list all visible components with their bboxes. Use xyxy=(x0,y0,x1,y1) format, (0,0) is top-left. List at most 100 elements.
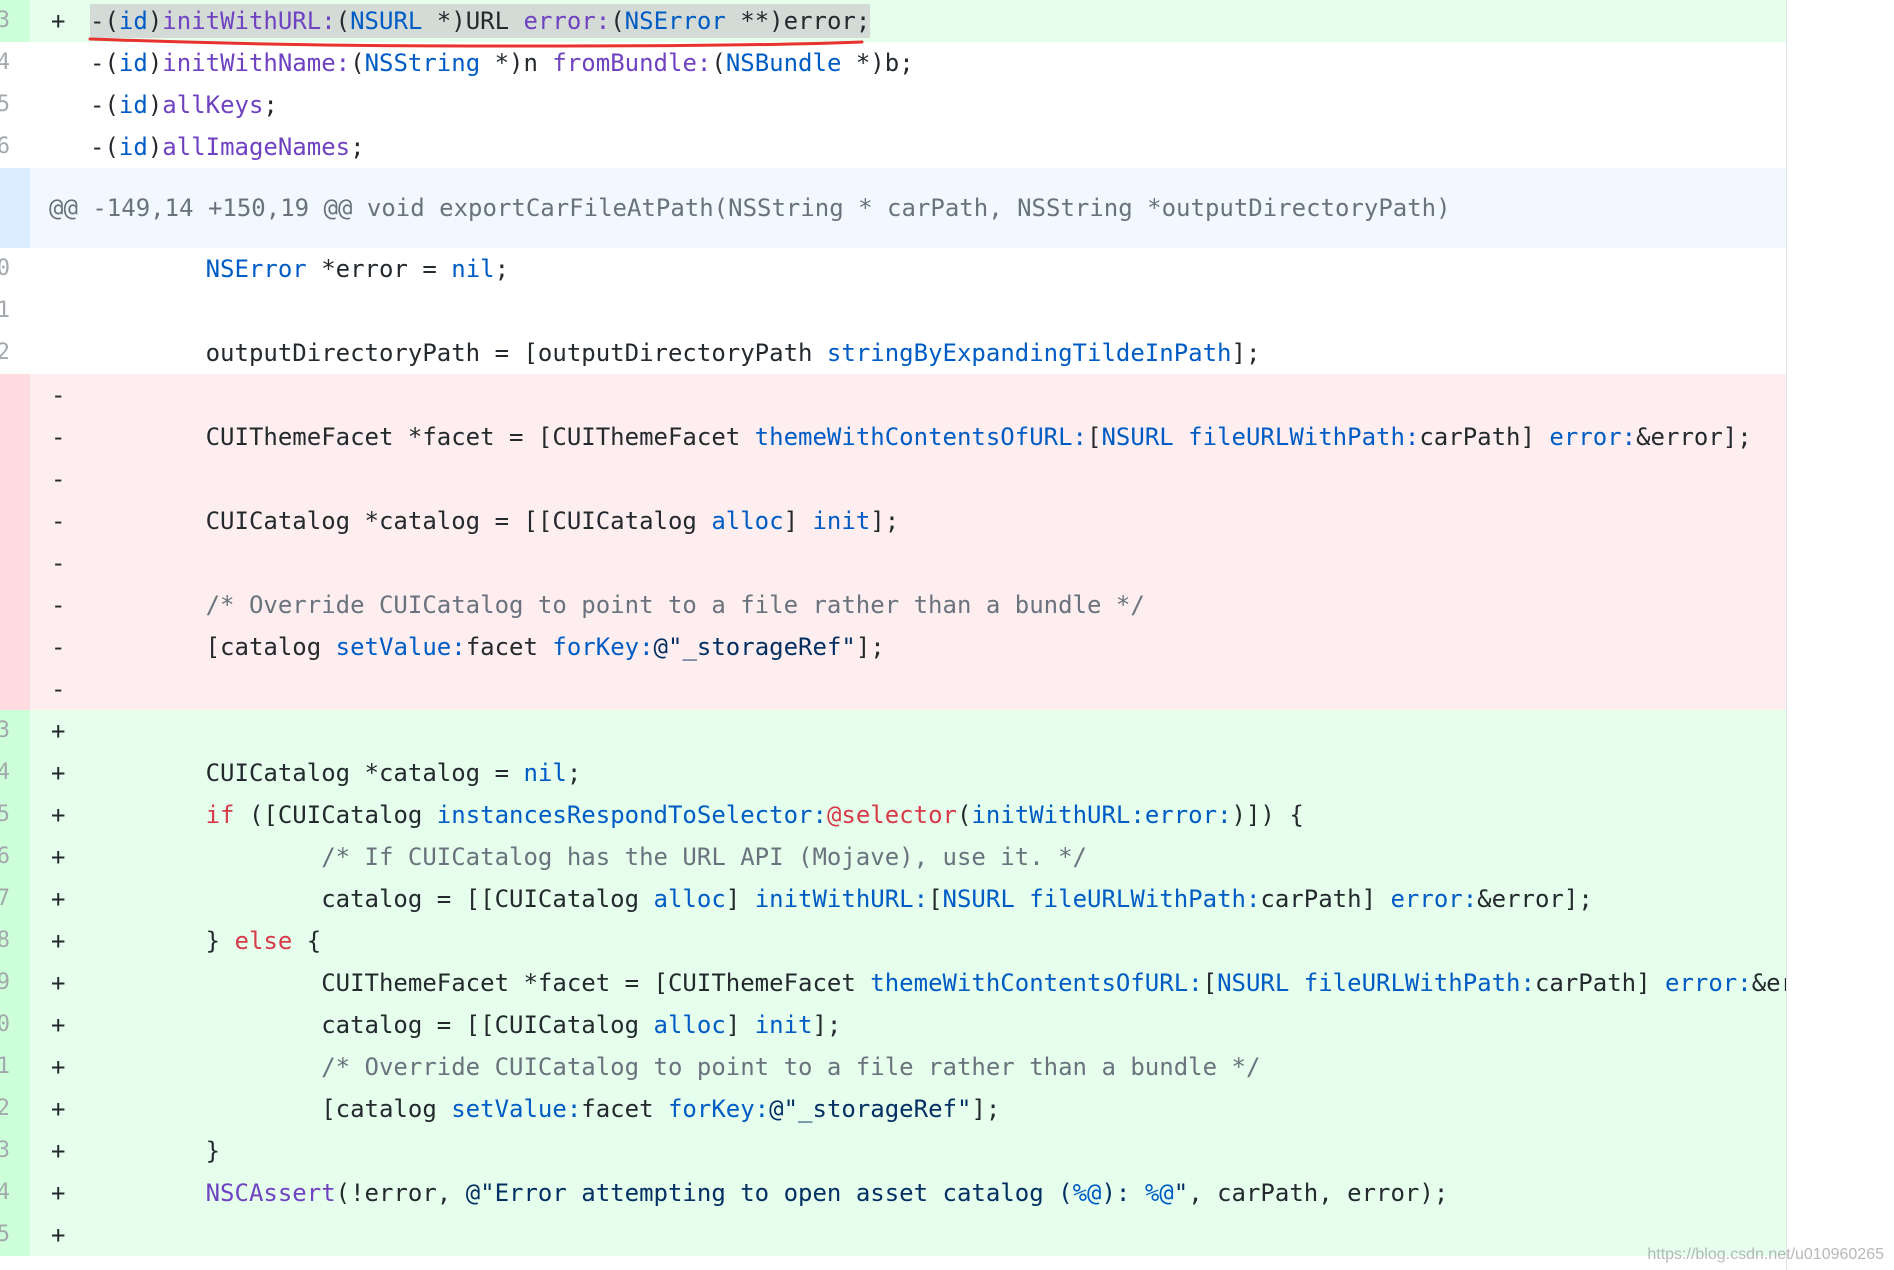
hunk-header-row: @@ -149,14 +150,19 @@ void exportCarFile… xyxy=(0,168,1786,248)
line-number-cell[interactable]: 6 xyxy=(0,126,30,168)
code-token: ( xyxy=(711,49,726,77)
line-number[interactable]: 5 xyxy=(0,794,10,836)
line-number[interactable]: 3 xyxy=(0,710,10,752)
line-number-cell[interactable]: 5 xyxy=(0,84,30,126)
line-number[interactable]: 9 xyxy=(0,962,10,1004)
diff-marker: - xyxy=(51,591,66,619)
line-number-cell[interactable] xyxy=(0,374,30,416)
line-number[interactable]: 5 xyxy=(0,1214,10,1256)
code-line xyxy=(90,374,1786,416)
diff-marker: + xyxy=(51,927,66,955)
line-number-cell[interactable] xyxy=(0,1256,30,1270)
diff-marker-cell xyxy=(30,332,90,374)
code-line: NSCAssert(!error, @"Error attempting to … xyxy=(90,1172,1786,1214)
code-token: [catalog xyxy=(90,1095,452,1123)
line-number[interactable]: 2 xyxy=(0,332,10,374)
line-number[interactable]: 0 xyxy=(0,248,10,290)
line-number-cell[interactable]: 9 xyxy=(0,962,30,1004)
line-number-cell[interactable]: 8 xyxy=(0,920,30,962)
diff-marker: + xyxy=(51,717,66,745)
code-token: id xyxy=(118,91,148,119)
code-token: carPath] xyxy=(1419,423,1550,451)
code-token: *error = xyxy=(306,255,452,283)
code-token: NSBundle xyxy=(725,49,842,77)
diff-marker-cell: + xyxy=(30,710,90,752)
code-token: else xyxy=(234,927,293,955)
diff-line-added: 2 + [catalog setValue:facet forKey:@"_sto… xyxy=(0,1088,1786,1130)
code-token: [catalog xyxy=(90,633,336,661)
line-number[interactable]: 4 xyxy=(0,752,10,794)
line-number-cell[interactable]: 7 xyxy=(0,878,30,920)
code-token: @"Error attempting to open asset catalog… xyxy=(465,1179,1073,1207)
diff-marker-cell xyxy=(30,248,90,290)
line-number[interactable]: 4 xyxy=(0,1172,10,1214)
diff-line-context xyxy=(0,1256,1786,1270)
line-number[interactable]: 1 xyxy=(0,290,10,332)
code-token: ; xyxy=(494,255,510,283)
diff-marker: + xyxy=(51,1221,66,1249)
code-token: ) xyxy=(147,7,163,35)
code-token: " xyxy=(1173,1179,1189,1207)
code-line: } else { xyxy=(90,920,1786,962)
line-number[interactable]: 0 xyxy=(0,1004,10,1046)
line-number[interactable]: 8 xyxy=(0,920,10,962)
code-token: initWithName: xyxy=(162,49,351,77)
code-token: NSURL xyxy=(942,885,1030,913)
line-number-cell[interactable]: 4 xyxy=(0,752,30,794)
line-number-cell[interactable]: 3 xyxy=(0,710,30,752)
code-token: ]; xyxy=(971,1095,1001,1123)
code-line: catalog = [[CUICatalog alloc] init]; xyxy=(90,1004,1786,1046)
line-number-cell[interactable]: 1 xyxy=(0,290,30,332)
diff-marker-cell: + xyxy=(30,0,90,42)
line-number-cell[interactable]: 2 xyxy=(0,332,30,374)
line-number-cell[interactable] xyxy=(0,668,30,710)
line-number[interactable]: 6 xyxy=(0,126,10,168)
line-number-cell[interactable] xyxy=(0,500,30,542)
code-token: nil xyxy=(523,759,567,787)
diff-line-context: 2 outputDirectoryPath = [outputDirectory… xyxy=(0,332,1786,374)
line-number-cell[interactable]: 2 xyxy=(0,1088,30,1130)
line-number-cell[interactable] xyxy=(0,626,30,668)
line-number-cell[interactable] xyxy=(0,458,30,500)
line-number-cell[interactable]: 5 xyxy=(0,794,30,836)
code-token: fileURLWithPath: xyxy=(1303,969,1535,997)
line-number[interactable]: 1 xyxy=(0,1046,10,1088)
diff-line-context: 6 -(id)allImageNames; xyxy=(0,126,1786,168)
code-token: if xyxy=(90,801,235,829)
code-token: CUICatalog *catalog = [[CUICatalog xyxy=(90,507,712,535)
line-number-cell[interactable] xyxy=(0,542,30,584)
line-number-cell[interactable]: 4 xyxy=(0,42,30,84)
code-token: id xyxy=(118,49,148,77)
diff-marker-cell: + xyxy=(30,836,90,878)
diff-line-added: 5+ xyxy=(0,1214,1786,1256)
diff-marker-cell: + xyxy=(30,1046,90,1088)
line-number-cell[interactable] xyxy=(0,416,30,458)
line-number[interactable]: 5 xyxy=(0,84,10,126)
line-number[interactable]: 6 xyxy=(0,836,10,878)
line-number-cell[interactable]: 0 xyxy=(0,1004,30,1046)
diff-marker: + xyxy=(51,1179,66,1207)
code-line: CUIThemeFacet *facet = [CUIThemeFacet th… xyxy=(90,962,1786,1004)
line-number-cell[interactable]: 3 xyxy=(0,1130,30,1172)
line-number-cell[interactable]: 6 xyxy=(0,836,30,878)
line-number[interactable]: 2 xyxy=(0,1088,10,1130)
line-number-cell[interactable] xyxy=(0,584,30,626)
line-number-cell[interactable]: 1 xyxy=(0,1046,30,1088)
diff-marker-cell: + xyxy=(30,1004,90,1046)
line-number[interactable]: 7 xyxy=(0,878,10,920)
diff-marker: + xyxy=(51,1137,66,1165)
line-number[interactable]: 4 xyxy=(0,42,10,84)
line-number-cell[interactable]: 5 xyxy=(0,1214,30,1256)
code-line: -(id)allImageNames; xyxy=(90,126,1786,168)
line-number-cell[interactable]: 4 xyxy=(0,1172,30,1214)
code-token: error: xyxy=(523,7,611,35)
line-number-cell[interactable]: 3 xyxy=(0,0,30,42)
code-token: NSURL xyxy=(350,7,423,35)
code-line: /* Override CUICatalog to point to a fil… xyxy=(90,584,1786,626)
line-number[interactable]: 3 xyxy=(0,0,10,42)
line-number[interactable]: 3 xyxy=(0,1130,10,1172)
diff-marker-cell xyxy=(30,1256,90,1270)
line-number-cell[interactable]: 0 xyxy=(0,248,30,290)
diff-marker-cell: + xyxy=(30,962,90,1004)
code-token: alloc xyxy=(711,507,784,535)
